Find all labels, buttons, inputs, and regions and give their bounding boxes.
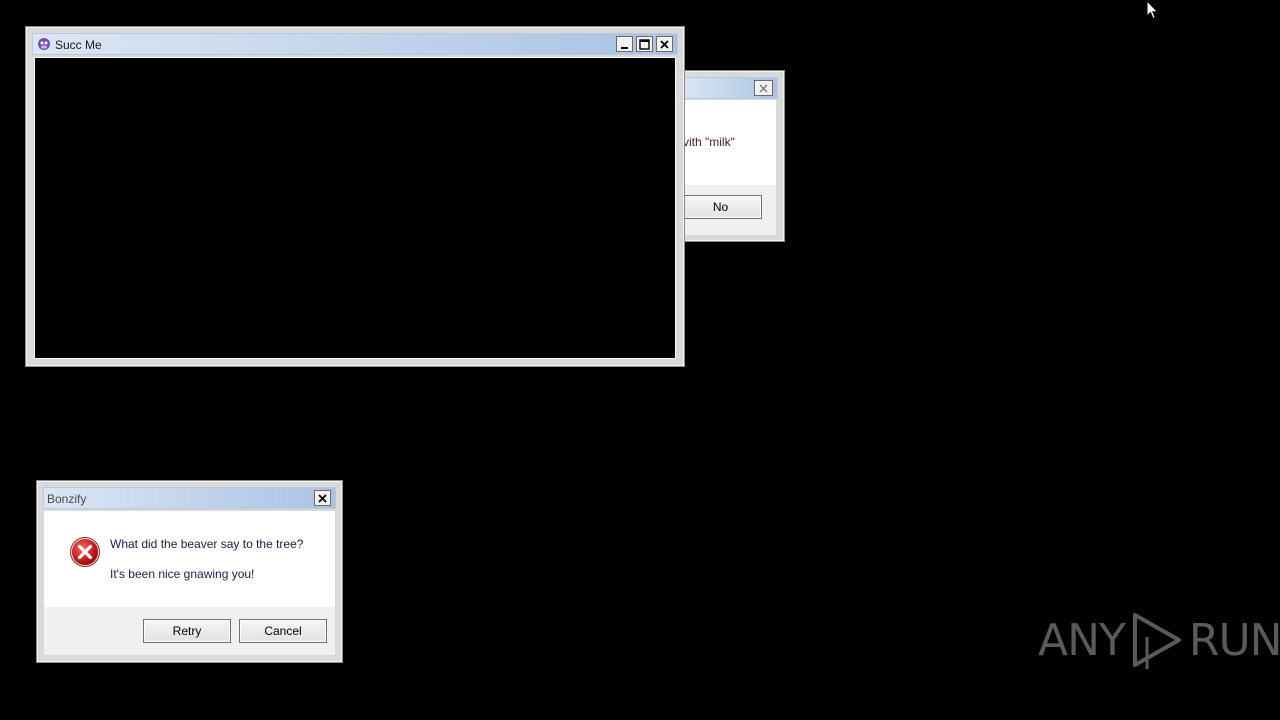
background-dialog-message: vith "milk": [683, 135, 735, 149]
maximize-icon: [639, 38, 650, 50]
anyrun-watermark: ANY RUN: [1038, 608, 1280, 672]
retry-button[interactable]: Retry: [143, 619, 231, 643]
dialog-title: Bonzify: [47, 492, 87, 506]
close-icon: [318, 493, 327, 503]
background-dialog-titlebar[interactable]: [679, 77, 778, 99]
close-icon: [660, 39, 669, 49]
dialog-content: What did the beaver say to the tree? It'…: [44, 511, 335, 607]
minimize-button[interactable]: [616, 36, 633, 52]
window-title: Succ Me: [55, 38, 102, 52]
dialog-message-line1: What did the beaver say to the tree?: [110, 537, 304, 551]
minimize-icon: [621, 46, 628, 49]
dialog-button-bar: Retry Cancel: [44, 607, 335, 655]
watermark-right-text: RUN: [1188, 614, 1280, 666]
bonzify-titlebar[interactable]: Bonzify: [43, 487, 336, 509]
succ-me-window: Succ Me: [25, 26, 685, 367]
bonzify-dialog: Bonzify What did the beaver say to the t…: [36, 480, 343, 663]
bonzi-icon: [37, 37, 51, 54]
close-button[interactable]: [656, 36, 673, 52]
background-dialog-window: vith "milk" No: [672, 70, 785, 242]
background-dialog-button-bar: No: [679, 185, 776, 235]
maximize-button[interactable]: [636, 36, 653, 52]
background-dialog-content: vith "milk": [679, 100, 776, 185]
succ-me-client-area: [34, 57, 676, 359]
background-dialog-close-button[interactable]: [754, 80, 773, 96]
close-icon: [759, 84, 768, 92]
dialog-close-button[interactable]: [314, 490, 331, 506]
succ-me-titlebar[interactable]: Succ Me: [32, 33, 678, 55]
play-logo-icon: [1127, 609, 1187, 671]
mouse-cursor-icon: [1146, 0, 1159, 23]
cancel-button[interactable]: Cancel: [239, 619, 327, 643]
no-button[interactable]: No: [679, 195, 762, 219]
error-icon: [69, 536, 101, 571]
watermark-left-text: ANY: [1038, 614, 1126, 666]
dialog-message-line2: It's been nice gnawing you!: [110, 567, 255, 581]
